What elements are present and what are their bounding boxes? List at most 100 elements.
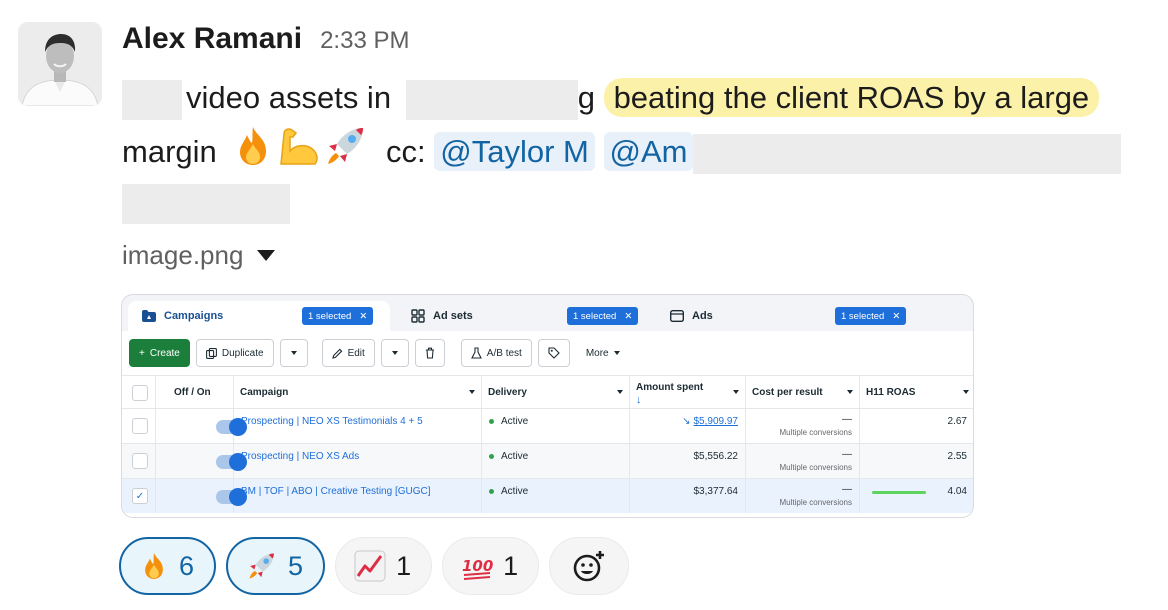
amount-value: $3,377.64 xyxy=(693,486,739,497)
edit-button[interactable]: Edit xyxy=(321,339,375,367)
redacted-text xyxy=(693,134,1122,174)
attachment-header[interactable]: image.png xyxy=(122,240,276,271)
reaction-fire[interactable]: 6 xyxy=(119,537,217,595)
sort-arrow-icon[interactable]: ↓ xyxy=(636,394,703,406)
table-row[interactable]: ✓ BM | TOF | ABO | Creative Testing [GUG… xyxy=(122,478,973,513)
duplicate-button[interactable]: Duplicate xyxy=(195,339,274,367)
cc-label: cc: xyxy=(386,134,426,170)
chevron-down-icon[interactable] xyxy=(733,390,739,394)
close-icon[interactable]: ✕ xyxy=(624,311,632,322)
campaign-cell: Prospecting | NEO XS Testimonials 4 + 5 xyxy=(234,409,482,443)
header-label: Off / On xyxy=(174,386,211,398)
attachment-filename[interactable]: image.png xyxy=(122,240,243,271)
edit-dropdown[interactable] xyxy=(380,339,409,367)
create-button[interactable]: + Create xyxy=(129,339,190,367)
row-toggle-cell xyxy=(156,409,247,443)
cpr-subtext: Multiple conversions xyxy=(779,498,852,507)
active-dot-icon xyxy=(489,454,494,459)
message-timestamp[interactable]: 2:33 PM xyxy=(320,27,409,55)
delete-button[interactable] xyxy=(414,339,445,367)
delivery-status: Active xyxy=(489,486,528,497)
close-icon[interactable]: ✕ xyxy=(892,311,900,322)
roas-cell: 2.67 xyxy=(860,409,973,443)
reaction-chart-increasing[interactable]: 1 xyxy=(335,537,433,595)
author-name[interactable]: Alex Ramani xyxy=(122,22,302,56)
reaction-rocket[interactable]: 5 xyxy=(226,537,326,595)
fire-icon xyxy=(145,553,163,579)
header-delivery[interactable]: Delivery xyxy=(482,376,630,408)
chevron-down-icon[interactable] xyxy=(617,390,623,394)
cpr-value: — Multiple conversions xyxy=(780,414,852,437)
author-avatar[interactable] xyxy=(18,22,102,106)
cpr-dash: — xyxy=(842,414,852,425)
chart-increasing-icon xyxy=(354,550,386,582)
collapse-caret-icon[interactable] xyxy=(257,250,276,261)
header-label-group: Amount spent ↓ xyxy=(636,382,703,406)
highlighted-text: beating the client ROAS by a large xyxy=(603,78,1100,117)
close-icon[interactable]: ✕ xyxy=(359,311,367,322)
reactions-bar: 6 5 1 100 1 xyxy=(119,537,630,595)
roas-bar xyxy=(872,491,926,494)
campaign-cell: BM | TOF | ABO | Creative Testing [GUGC] xyxy=(234,479,482,513)
table-row[interactable]: Prospecting | NEO XS Testimonials 4 + 5 … xyxy=(122,408,973,443)
row-checkbox[interactable] xyxy=(132,453,148,469)
tag-button[interactable] xyxy=(537,339,570,367)
chevron-down-icon[interactable] xyxy=(469,390,475,394)
flexed-biceps-emoji xyxy=(275,124,323,184)
header-amount-spent[interactable]: Amount spent ↓ xyxy=(630,376,746,408)
roas-value: 4.04 xyxy=(947,486,967,497)
create-label: Create xyxy=(149,347,180,359)
row-select-cell: ✓ xyxy=(122,479,156,513)
row-select-cell xyxy=(122,444,156,478)
hundred-points-icon: 100 xyxy=(462,557,493,580)
table-row[interactable]: Prospecting | NEO XS Ads Active $5,556.2… xyxy=(122,443,973,478)
header-campaign[interactable]: Campaign xyxy=(234,376,482,408)
header-off-on[interactable]: Off / On xyxy=(156,376,234,408)
campaign-cell: Prospecting | NEO XS Ads xyxy=(234,444,482,478)
mention-am[interactable]: @Am xyxy=(603,132,694,172)
campaign-link[interactable]: Prospecting | NEO XS Testimonials 4 + 5 xyxy=(241,416,423,427)
reaction-count: 1 xyxy=(503,550,519,581)
more-button[interactable]: More xyxy=(575,339,630,367)
row-checkbox-checked[interactable]: ✓ xyxy=(132,488,148,504)
duplicate-label: Duplicate xyxy=(221,347,264,359)
duplicate-dropdown[interactable] xyxy=(279,339,308,367)
chevron-down-icon[interactable] xyxy=(847,390,853,394)
select-all-checkbox[interactable] xyxy=(132,385,148,401)
message-line-2: margin cc: @Taylor M @Am xyxy=(122,124,1162,176)
amount-value: $5,556.22 xyxy=(693,451,739,462)
campaign-link[interactable]: Prospecting | NEO XS Ads xyxy=(241,451,359,462)
active-dot-icon xyxy=(489,419,494,424)
trend-down-icon: ↘ xyxy=(682,416,691,427)
selection-badge-campaigns[interactable]: 1 selected ✕ xyxy=(302,307,374,325)
cpr-dash: — xyxy=(842,484,852,495)
message-text: margin xyxy=(122,134,217,170)
edit-label: Edit xyxy=(347,347,365,359)
chevron-down-icon[interactable] xyxy=(963,390,969,394)
row-toggle-cell xyxy=(156,479,247,513)
tab-label: Ad sets xyxy=(433,310,473,322)
row-checkbox[interactable] xyxy=(132,418,148,434)
message-body: video assets in g beating the client ROA… xyxy=(122,72,1162,228)
badge-label: 1 selected xyxy=(841,310,885,322)
amount-spent-link[interactable]: ↘ $5,909.97 xyxy=(682,416,738,427)
ab-test-button[interactable]: A/B test xyxy=(460,339,532,367)
mention-taylor[interactable]: @Taylor M xyxy=(434,132,595,172)
chevron-down-icon xyxy=(290,351,297,355)
selection-badge-ad-sets[interactable]: 1 selected ✕ xyxy=(567,307,639,325)
cpr-cell: — Multiple conversions xyxy=(746,409,860,443)
header-roas[interactable]: H11 ROAS xyxy=(860,376,973,408)
badge-label: 1 selected xyxy=(573,310,617,322)
roas-value: 2.55 xyxy=(947,451,967,462)
header-cost-per-result[interactable]: Cost per result xyxy=(746,376,860,408)
attachment-image[interactable]: Campaigns 1 selected ✕ Ad sets 1 selecte… xyxy=(121,294,974,518)
add-reaction-button[interactable] xyxy=(549,537,630,595)
header-label: Cost per result xyxy=(752,386,823,398)
campaigns-panel: + Create Duplicate Edit A/B test More Of… xyxy=(122,331,973,517)
campaign-link[interactable]: BM | TOF | ABO | Creative Testing [GUGC] xyxy=(241,486,431,497)
grid-icon xyxy=(411,309,425,323)
selection-badge-ads[interactable]: 1 selected ✕ xyxy=(835,307,907,325)
delivery-status: Active xyxy=(489,416,528,427)
amount-cell: $3,377.64 xyxy=(630,479,746,513)
reaction-hundred-points[interactable]: 100 1 xyxy=(442,537,540,595)
